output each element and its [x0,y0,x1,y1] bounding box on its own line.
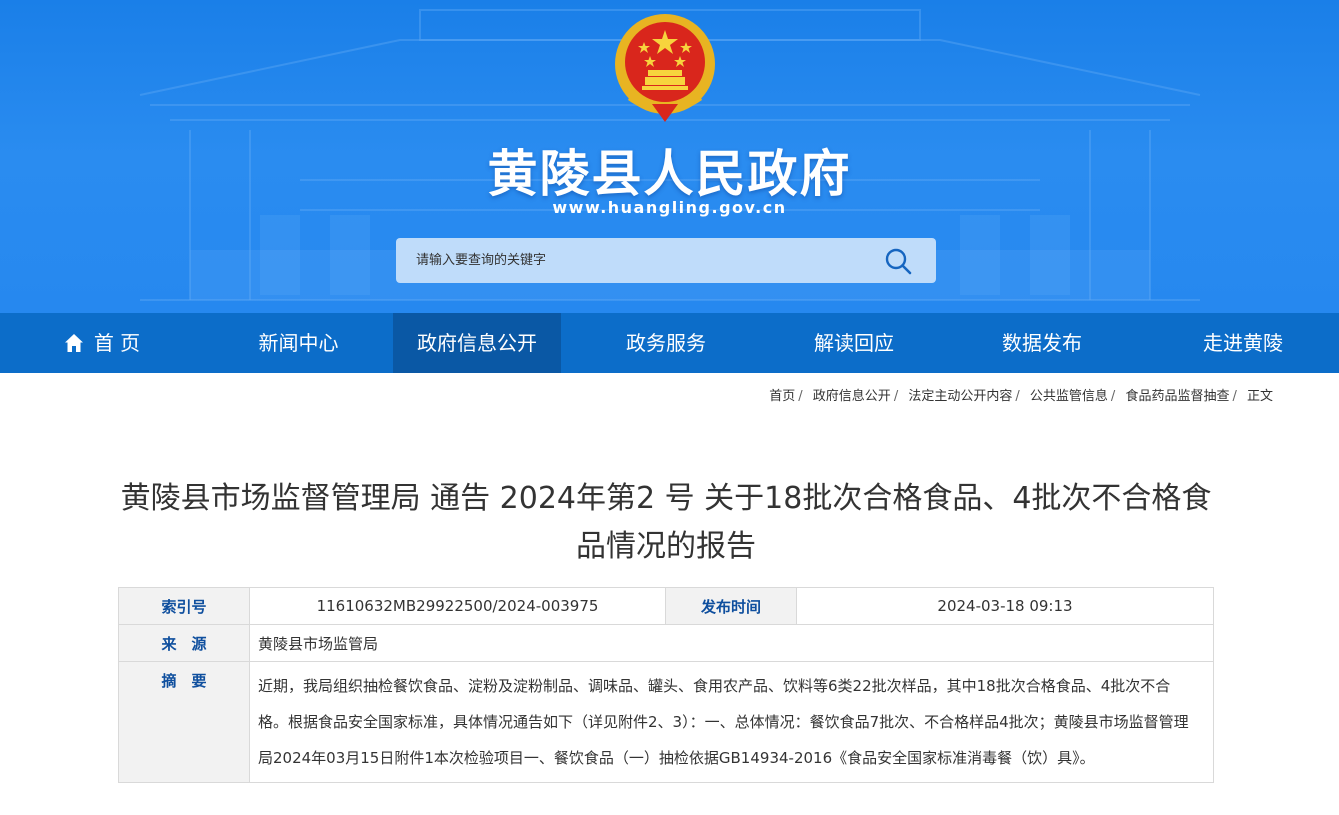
breadcrumb: 首页 / 政府信息公开 / 法定主动公开内容 / 公共监管信息 / 食品药品监督抽查 / … [769,385,1273,404]
breadcrumb-gov-info[interactable]: 政府信息公开 [813,385,891,404]
breadcrumb-home[interactable]: 首页 [769,385,795,404]
breadcrumb-separator: / [798,389,803,404]
nav-item-news[interactable]: 新闻中心 [204,313,393,373]
home-icon [64,334,83,352]
nav-item-home[interactable]: 首 页 [0,313,204,373]
index-value: 11610632MB29922500/2024-003975 [249,587,666,625]
index-label: 索引号 [118,587,250,625]
table-row: 摘 要 近期，我局组织抽检餐饮食品、淀粉及淀粉制品、调味品、罐头、食用农产品、饮… [118,661,1214,783]
national-emblem-icon [615,14,715,122]
nav-item-interpretation[interactable]: 解读回应 [771,313,937,373]
breadcrumb-separator: / [1110,389,1116,404]
breadcrumb-food-drug[interactable]: 食品药品监督抽查 [1125,385,1229,404]
publish-value: 2024-03-18 09:13 [796,587,1214,625]
main-nav: 首 页 新闻中心 政府信息公开 政务服务 解读回应 数据发布 走进黄陵 [0,313,1339,373]
nav-item-services[interactable]: 政务服务 [561,313,771,373]
search-input[interactable] [396,238,866,283]
breadcrumb-public-supervision[interactable]: 公共监管信息 [1030,385,1108,404]
site-name: 黄陵县人民政府 [487,145,852,203]
nav-item-data[interactable]: 数据发布 [937,313,1147,373]
info-table: 索引号 11610632MB29922500/2024-003975 发布时间 … [118,587,1214,783]
breadcrumb-separator: / [1232,389,1237,404]
article-title: 黄陵县市场监督管理局 通告 2024年第2 号 关于18批次合格食品、4批次不合… [120,481,1212,564]
search-bar [396,238,936,283]
summary-value: 近期，我局组织抽检餐饮食品、淀粉及淀粉制品、调味品、罐头、食用农产品、饮料等6类… [249,661,1214,783]
breadcrumb-statutory[interactable]: 法定主动公开内容 [908,385,1012,404]
table-row: 来 源 黄陵县市场监管局 [118,624,1214,662]
nav-item-gov-info[interactable]: 政府信息公开 [393,313,561,373]
summary-label: 摘 要 [118,661,250,783]
publish-label: 发布时间 [665,587,797,625]
nav-item-label: 首 页 [93,331,141,355]
table-row: 索引号 11610632MB29922500/2024-003975 发布时间 … [118,587,1214,625]
site-url: www.huangling.gov.cn [552,198,787,217]
nav-item-about[interactable]: 走进黄陵 [1147,313,1339,373]
search-icon[interactable] [884,247,912,275]
breadcrumb-separator: / [1015,389,1020,404]
source-label: 来 源 [118,624,250,662]
source-value: 黄陵县市场监管局 [249,624,1214,662]
breadcrumb-current: 正文 [1246,389,1273,404]
breadcrumb-separator: / [893,389,899,404]
site-banner: 黄陵县人民政府 www.huangling.gov.cn [0,0,1339,313]
